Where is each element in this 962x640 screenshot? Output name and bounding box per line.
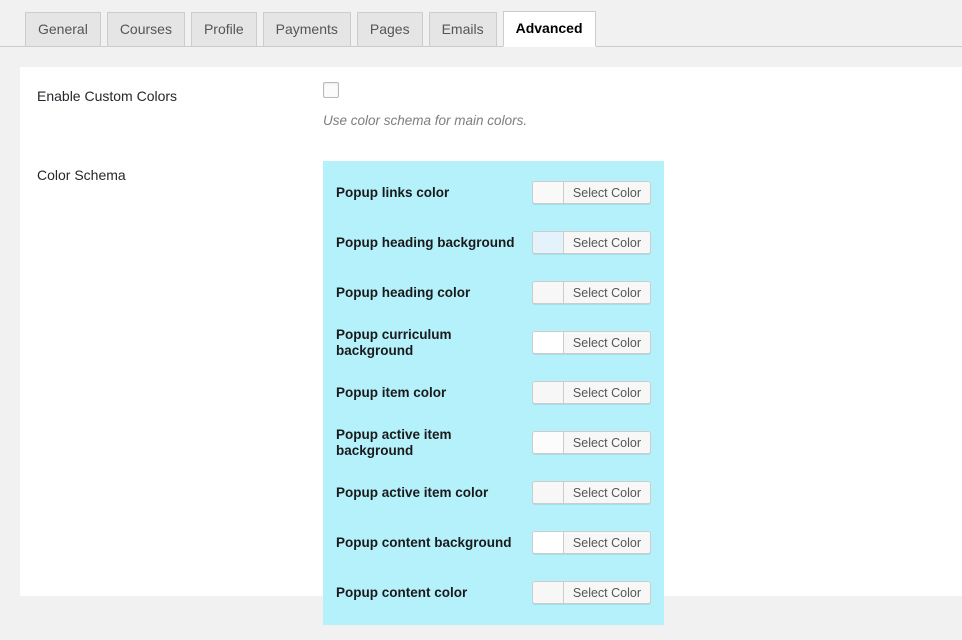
color-swatch[interactable] <box>532 232 564 254</box>
select-color-button-label: Select Color <box>563 382 650 404</box>
color-schema-row: Popup item color Select Color <box>323 375 664 411</box>
select-color-button-label: Select Color <box>563 432 650 454</box>
color-schema-row-label: Popup links color <box>336 184 450 200</box>
select-color-button-label: Select Color <box>563 332 650 354</box>
color-schema-row: Popup active item background Select Color <box>323 425 664 461</box>
select-color-button[interactable]: Select Color <box>531 581 651 605</box>
enable-custom-colors-checkbox[interactable] <box>323 82 339 98</box>
tab-list: General Courses Profile Payments Pages Emails… <box>25 11 602 47</box>
color-schema-row-label: Popup item color <box>336 384 447 400</box>
color-schema-panel: Popup links color Select Color Popup headi… <box>323 160 664 625</box>
color-schema-row-label: Popup content color <box>336 584 468 600</box>
color-swatch[interactable] <box>532 582 564 604</box>
select-color-button[interactable]: Select Color <box>531 431 651 455</box>
color-swatch[interactable] <box>532 282 564 304</box>
color-schema-label: Color Schema <box>37 166 126 183</box>
color-schema-row: Popup content background Select Color <box>323 525 664 561</box>
color-schema-row: Popup links color Select Color <box>323 175 664 211</box>
select-color-button[interactable]: Select Color <box>531 531 651 555</box>
settings-tab-bar: General Courses Profile Payments Pages Emails… <box>0 0 962 47</box>
color-schema-row-label: Popup active item background <box>336 426 452 458</box>
settings-content-panel: Enable Custom Colors Use color schema fo… <box>20 67 962 625</box>
form-row-enable-custom-colors: Enable Custom Colors Use color schema fo… <box>20 67 962 146</box>
color-schema-row-label: Popup content background <box>336 534 512 550</box>
select-color-button[interactable]: Select Color <box>531 331 651 355</box>
select-color-button-label: Select Color <box>563 532 650 554</box>
select-color-button[interactable]: Select Color <box>531 231 651 255</box>
color-schema-row-label: Popup curriculum background <box>336 326 452 358</box>
color-swatch[interactable] <box>532 382 564 404</box>
form-row-color-schema: Color Schema Popup links color Select Col… <box>20 146 962 640</box>
color-schema-row: Popup curriculum background Select Color <box>323 325 664 361</box>
enable-custom-colors-field: Use color schema for main colors. <box>313 67 962 146</box>
color-schema-row-label: Popup active item color <box>336 484 489 500</box>
tab-pages[interactable]: Pages <box>356 12 423 47</box>
select-color-button[interactable]: Select Color <box>531 381 651 405</box>
color-swatch[interactable] <box>532 532 564 554</box>
select-color-button-label: Select Color <box>563 182 650 204</box>
enable-custom-colors-label: Enable Custom Colors <box>37 88 178 104</box>
select-color-button[interactable]: Select Color <box>531 181 651 205</box>
color-swatch[interactable] <box>532 432 564 454</box>
tab-payments[interactable]: Payments <box>262 12 351 47</box>
tab-general[interactable]: General <box>25 12 101 47</box>
color-schema-field: Popup links color Select Color Popup headi… <box>313 146 962 640</box>
tab-emails[interactable]: Emails <box>428 12 497 47</box>
select-color-button[interactable]: Select Color <box>531 481 651 505</box>
color-swatch[interactable] <box>532 332 564 354</box>
tab-profile[interactable]: Profile <box>190 12 257 47</box>
color-swatch[interactable] <box>532 182 564 204</box>
color-schema-row-label: Popup heading background <box>336 234 515 250</box>
color-swatch[interactable] <box>532 482 564 504</box>
select-color-button-label: Select Color <box>563 482 650 504</box>
settings-form-table: Enable Custom Colors Use color schema fo… <box>20 67 962 640</box>
color-schema-row: Popup content color Select Color <box>323 575 664 611</box>
color-schema-row: Popup active item color Select Color <box>323 475 664 511</box>
enable-custom-colors-description: Use color schema for main colors. <box>323 113 528 128</box>
select-color-button-label: Select Color <box>563 282 650 304</box>
select-color-button[interactable]: Select Color <box>531 281 651 305</box>
color-schema-row: Popup heading background Select Color <box>323 225 664 261</box>
tab-advanced[interactable]: Advanced <box>502 11 596 47</box>
color-schema-row-label: Popup heading color <box>336 284 471 300</box>
color-schema-row: Popup heading color Select Color <box>323 275 664 311</box>
select-color-button-label: Select Color <box>563 582 650 604</box>
select-color-button-label: Select Color <box>563 232 650 254</box>
tab-courses[interactable]: Courses <box>106 12 185 47</box>
